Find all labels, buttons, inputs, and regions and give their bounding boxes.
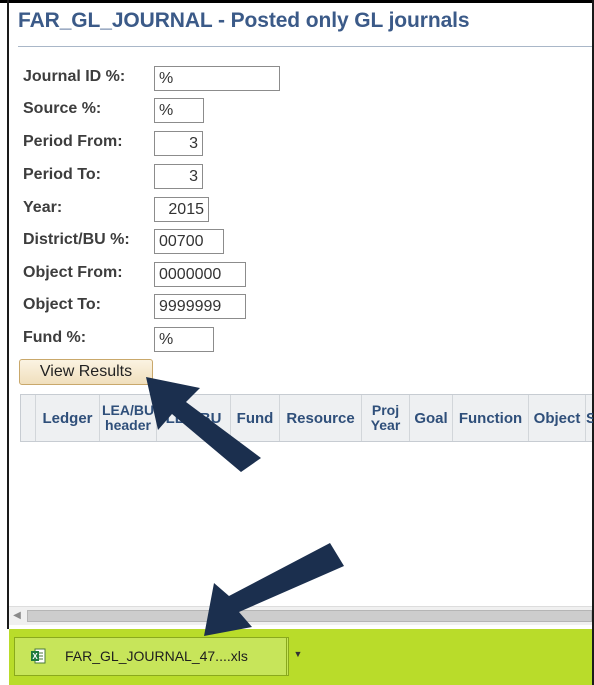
page-title: FAR_GL_JOURNAL - Posted only GL journals xyxy=(18,9,470,32)
year-label: Year: xyxy=(23,199,63,216)
column-header-goal[interactable]: Goal xyxy=(409,395,452,441)
column-header-lea-bu[interactable]: LEA/BU xyxy=(156,395,230,441)
download-bar: X FAR_GL_JOURNAL_47....xls ▼ xyxy=(9,629,592,685)
window-left-border xyxy=(7,0,9,629)
column-header-fund[interactable]: Fund xyxy=(230,395,279,441)
district-bu-label: District/BU %: xyxy=(23,231,130,248)
title-divider xyxy=(18,46,592,47)
period-from-input[interactable]: 3 xyxy=(154,131,203,156)
source-label: Source %: xyxy=(23,100,102,117)
column-header-proj-year[interactable]: Proj Year xyxy=(361,395,409,441)
scroll-thumb[interactable] xyxy=(27,610,592,622)
source-input[interactable]: % xyxy=(154,98,204,123)
object-from-label: Object From: xyxy=(23,264,123,281)
period-to-label: Period To: xyxy=(23,166,101,183)
column-header-ledger[interactable]: Ledger xyxy=(35,395,99,441)
download-item: X FAR_GL_JOURNAL_47....xls ▼ xyxy=(14,637,302,676)
fund-input[interactable]: % xyxy=(154,327,214,352)
view-results-button[interactable]: View Results xyxy=(19,359,153,385)
window-top-border xyxy=(0,0,594,3)
year-input[interactable]: 2015 xyxy=(154,197,209,222)
period-to-input[interactable]: 3 xyxy=(154,164,203,189)
journal-id-label: Journal ID %: xyxy=(23,68,126,85)
object-from-input[interactable]: 0000000 xyxy=(154,262,246,287)
scroll-left-icon[interactable]: ◀ xyxy=(9,607,25,625)
column-header-function[interactable]: Function xyxy=(452,395,528,441)
object-to-input[interactable]: 9999999 xyxy=(154,294,246,319)
period-from-label: Period From: xyxy=(23,133,123,150)
column-header-object[interactable]: Object xyxy=(528,395,585,441)
results-grid-header: Ledger LEA/BU header LEA/BU Fund Resourc… xyxy=(20,394,593,442)
row-selector-column xyxy=(21,395,35,441)
column-header-lea-bu-header[interactable]: LEA/BU header xyxy=(99,395,156,441)
object-to-label: Object To: xyxy=(23,296,101,313)
download-file-name: FAR_GL_JOURNAL_47....xls xyxy=(65,648,248,664)
column-header-s[interactable]: S xyxy=(585,395,593,441)
district-bu-input[interactable]: 00700 xyxy=(154,229,224,254)
column-header-resource[interactable]: Resource xyxy=(279,395,361,441)
svg-text:X: X xyxy=(32,652,38,661)
fund-label: Fund %: xyxy=(23,329,87,346)
journal-id-input[interactable]: % xyxy=(154,66,280,91)
excel-file-icon: X xyxy=(31,648,46,664)
dropdown-arrow-icon[interactable]: ▼ xyxy=(289,638,307,675)
horizontal-scrollbar[interactable]: ◀ xyxy=(9,606,592,625)
download-file-button[interactable]: X FAR_GL_JOURNAL_47....xls xyxy=(15,638,287,675)
